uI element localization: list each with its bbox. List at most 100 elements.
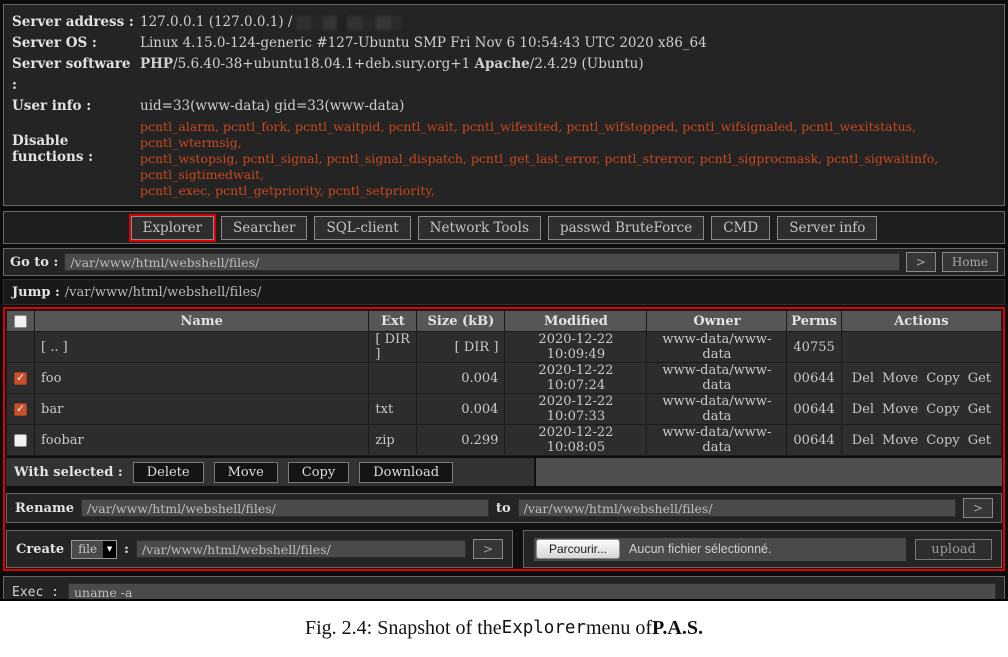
create-type-select[interactable]: file ▼ — [71, 539, 118, 559]
server-os-value: Linux 4.15.0-124-generic #127-Ubuntu SMP… — [140, 35, 707, 51]
goto-submit-button[interactable]: > — [905, 252, 936, 272]
parent-dir-link[interactable]: [ .. ] — [41, 340, 68, 355]
jump-path[interactable]: /var/www/html/webshell/files/ — [65, 285, 261, 300]
server-info-panel: Server address : 127.0.0.1 (127.0.0.1) /… — [3, 4, 1005, 206]
action-del-link[interactable]: Del — [852, 371, 874, 386]
action-copy-link[interactable]: Copy — [926, 433, 959, 448]
file-table: Name Ext Size (kB) Modified Owner Perms … — [6, 310, 1003, 456]
action-move-link[interactable]: Move — [882, 402, 918, 417]
perms-link[interactable]: 00644 — [793, 371, 834, 386]
user-info-label: User info : — [12, 98, 92, 114]
create-upload-row: Create file▼ : > Parcourir... Aucun fich… — [6, 530, 1002, 568]
perms-link[interactable]: 00644 — [793, 402, 834, 417]
chevron-down-icon: ▼ — [103, 540, 117, 558]
disable-functions-value: pcntl_alarm, pcntl_fork, pcntl_waitpid, … — [140, 119, 939, 198]
exec-label: Exec : — [12, 584, 59, 600]
action-copy-link[interactable]: Copy — [926, 402, 959, 417]
move-button[interactable]: Move — [213, 461, 278, 483]
col-header-owner: Owner — [646, 310, 788, 332]
tab-passwd-bruteforce[interactable]: passwd BruteForce — [547, 215, 705, 240]
perms-link[interactable]: 40755 — [793, 340, 834, 355]
col-header-size: Size (kB) — [416, 310, 506, 332]
tab-explorer[interactable]: Explorer — [130, 215, 215, 240]
table-row: [ .. ] [ DIR ] [ DIR ] 2020-12-22 10:09:… — [6, 331, 1003, 363]
create-label: Create — [16, 541, 65, 557]
rename-label: Rename — [15, 500, 74, 516]
menu-tab-bar: Explorer Searcher SQL-client Network Too… — [3, 211, 1005, 244]
table-row: bar txt 0.004 2020-12-22 10:07:33 www-da… — [6, 393, 1003, 425]
delete-button[interactable]: Delete — [132, 461, 204, 483]
col-header-ext: Ext — [368, 310, 418, 332]
with-selected-spacer — [536, 458, 1002, 486]
col-header-actions: Actions — [840, 310, 1003, 332]
browse-button[interactable]: Parcourir... — [536, 539, 621, 559]
jump-label: Jump : — [12, 284, 60, 300]
row-checkbox-checked[interactable] — [14, 371, 27, 385]
col-header-name: Name — [33, 310, 370, 332]
goto-path-input[interactable] — [64, 253, 900, 271]
upload-panel: Parcourir... Aucun fichier sélectionné. … — [523, 530, 1002, 568]
row-checkbox-checked[interactable] — [14, 402, 27, 416]
caption-pas-bold: P.A.S. — [652, 616, 703, 639]
server-os-row: Server OS : Linux 4.15.0-124-generic #12… — [12, 33, 996, 54]
file-link[interactable]: bar — [41, 402, 63, 417]
table-row: foobar zip 0.299 2020-12-22 10:08:05 www… — [6, 424, 1003, 456]
user-info-row: User info : uid=33(www-data) gid=33(www-… — [12, 96, 996, 117]
user-info-value: uid=33(www-data) gid=33(www-data) — [140, 98, 405, 114]
select-all-checkbox[interactable] — [14, 314, 27, 328]
action-get-link[interactable]: Get — [968, 433, 991, 448]
rename-to-label: to — [495, 500, 511, 516]
with-selected-bar: With selected : Delete Move Copy Downloa… — [6, 458, 1002, 486]
perms-link[interactable]: 00644 — [793, 433, 834, 448]
rename-submit-button[interactable]: > — [962, 498, 993, 518]
file-status-text: Aucun fichier sélectionné. — [629, 542, 772, 556]
redacted-text — [296, 15, 403, 30]
col-header-perms: Perms — [786, 310, 842, 332]
tab-sql-client[interactable]: SQL-client — [314, 215, 411, 240]
webshell-window: Server address : 127.0.0.1 (127.0.0.1) /… — [0, 0, 1008, 601]
rename-bar: Rename to > — [6, 493, 1002, 523]
tab-cmd[interactable]: CMD — [711, 215, 771, 240]
table-header-row: Name Ext Size (kB) Modified Owner Perms … — [6, 310, 1003, 332]
action-del-link[interactable]: Del — [852, 433, 874, 448]
upload-button[interactable]: upload — [915, 538, 992, 560]
action-get-link[interactable]: Get — [968, 371, 991, 386]
table-row: foo 0.004 2020-12-22 10:07:24 www-data/w… — [6, 362, 1003, 394]
action-get-link[interactable]: Get — [968, 402, 991, 417]
goto-bar: Go to : > Home — [3, 248, 1005, 276]
create-submit-button[interactable]: > — [472, 539, 503, 559]
goto-label: Go to : — [10, 254, 59, 270]
rename-from-input[interactable] — [80, 499, 489, 517]
file-link[interactable]: foobar — [41, 433, 84, 448]
exec-input[interactable] — [67, 583, 996, 599]
download-button[interactable]: Download — [359, 461, 454, 483]
caption-code-explorer: Explorer — [501, 618, 586, 638]
server-address-value: 127.0.0.1 (127.0.0.1) / — [140, 12, 403, 33]
action-copy-link[interactable]: Copy — [926, 371, 959, 386]
jump-bar: Jump : /var/www/html/webshell/files/ — [3, 279, 1005, 305]
tab-searcher[interactable]: Searcher — [221, 215, 308, 240]
action-move-link[interactable]: Move — [882, 371, 918, 386]
action-move-link[interactable]: Move — [882, 433, 918, 448]
create-panel: Create file▼ : > — [6, 530, 513, 568]
tab-network-tools[interactable]: Network Tools — [417, 215, 541, 240]
home-button[interactable]: Home — [941, 252, 998, 272]
create-path-input[interactable] — [135, 540, 466, 558]
server-os-label: Server OS : — [12, 35, 97, 51]
action-del-link[interactable]: Del — [852, 402, 874, 417]
with-selected-label: With selected : — [14, 464, 123, 480]
col-header-modified: Modified — [504, 310, 648, 332]
server-software-row: Server software : PHP/5.6.40-38+ubuntu18… — [12, 54, 996, 96]
file-link[interactable]: foo — [41, 371, 61, 386]
figure-caption: Fig. 2.4: Snapshot of the Explorer menu … — [0, 601, 1008, 655]
explorer-annotated-region: Name Ext Size (kB) Modified Owner Perms … — [3, 307, 1005, 571]
file-input: Parcourir... Aucun fichier sélectionné. — [533, 536, 908, 562]
disable-functions-label: Disable functions : — [12, 133, 94, 165]
row-checkbox-unchecked[interactable] — [14, 433, 27, 447]
tab-server-info[interactable]: Server info — [777, 215, 878, 240]
server-software-label: Server software : — [12, 56, 131, 93]
copy-button[interactable]: Copy — [287, 461, 350, 483]
rename-to-input[interactable] — [517, 499, 956, 517]
server-software-value: PHP/5.6.40-38+ubuntu18.04.1+deb.sury.org… — [140, 56, 644, 72]
disable-functions-row: Disable functions : pcntl_alarm, pcntl_f… — [12, 117, 996, 199]
